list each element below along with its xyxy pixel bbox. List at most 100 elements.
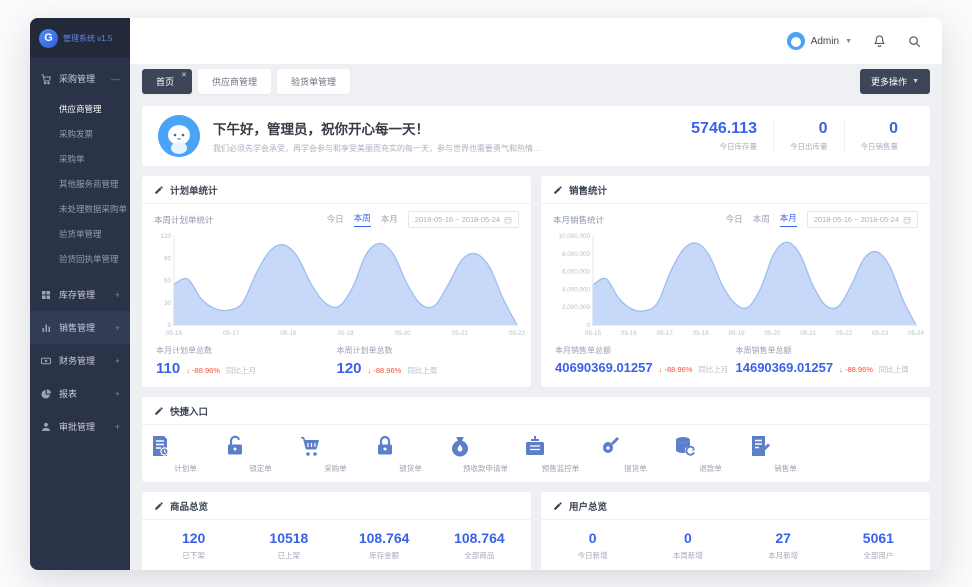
sidebar-subitem-pending-purchase[interactable]: 未处理数据采购单 bbox=[30, 197, 130, 222]
user-overview-panel: 用户总览 0今日新增 0本周新增 27本月新增 5061全部用户 bbox=[541, 492, 930, 570]
svg-text:05-16: 05-16 bbox=[166, 330, 183, 337]
sidebar-item-inventory[interactable]: 库存管理 + bbox=[30, 278, 130, 311]
panel-title: 用户总览 bbox=[569, 499, 607, 513]
user-stats: 0今日新增 0本周新增 27本月新增 5061全部用户 bbox=[541, 520, 930, 570]
quick-label: 采购单 bbox=[298, 463, 373, 474]
sidebar-subitem-other-service[interactable]: 其他服务商管理 bbox=[30, 172, 130, 197]
expand-icon[interactable]: + bbox=[115, 290, 120, 300]
sidebar-subitem-supplier[interactable]: 供应商管理 bbox=[30, 97, 130, 122]
search-icon[interactable] bbox=[907, 34, 922, 49]
stat-label: 本周计划单总数 bbox=[337, 345, 518, 356]
sidebar-subitem-purchase-invoice[interactable]: 采购发票 bbox=[30, 122, 130, 147]
stat-all-products: 108.764全部商品 bbox=[432, 530, 527, 561]
svg-text:0: 0 bbox=[167, 322, 171, 329]
filter-today[interactable]: 今日 bbox=[327, 213, 344, 227]
plan-doc-icon bbox=[148, 434, 223, 458]
tab-label: 首页 bbox=[156, 77, 174, 87]
username: Admin bbox=[811, 36, 839, 47]
filter-week[interactable]: 本周 bbox=[753, 213, 770, 227]
tab-inspection[interactable]: 验货单管理 bbox=[277, 69, 350, 94]
product-overview-panel: 商品总览 120已下架 10518已上架 108.764库存金额 108.764… bbox=[142, 492, 531, 570]
app-logo: G 管理系统 v1.5 bbox=[30, 18, 130, 58]
quick-pickup-order[interactable]: 提货单 bbox=[598, 434, 673, 474]
tab-home[interactable]: 首页 ✕ bbox=[142, 69, 192, 94]
briefcase-plus-icon bbox=[523, 434, 598, 458]
quick-label: 锁定单 bbox=[223, 463, 298, 474]
logo-icon: G bbox=[39, 29, 58, 48]
filter-week[interactable]: 本周 bbox=[354, 212, 371, 227]
stat-label: 今日库存量 bbox=[691, 141, 757, 152]
stat-label: 今日出库量 bbox=[790, 141, 828, 152]
quick-sales-order[interactable]: 销售单 bbox=[748, 434, 823, 474]
filter-today[interactable]: 今日 bbox=[726, 213, 743, 227]
stat-value: 120 bbox=[337, 360, 362, 377]
sidebar-item-finance[interactable]: 财务管理 + bbox=[30, 344, 130, 377]
tab-bar: 首页 ✕ 供应商管理 验货单管理 更多操作 ▼ bbox=[130, 64, 942, 98]
welcome-card: 下午好，管理员，祝你开心每一天！ 我们必须先学会承受，再学会参与和享受美丽而充实… bbox=[142, 106, 930, 166]
tab-actions-button[interactable]: 更多操作 ▼ bbox=[860, 69, 930, 94]
coins-refund-icon bbox=[673, 434, 748, 458]
user-menu[interactable]: Admin ▼ bbox=[787, 32, 852, 50]
sidebar-item-sales[interactable]: 销售管理 + bbox=[30, 311, 130, 344]
tab-actions-label: 更多操作 bbox=[871, 75, 907, 88]
sidebar-subitem-inspection[interactable]: 验货单管理 bbox=[30, 222, 130, 247]
stat-week-plan: 本周计划单总数 120 ↓ -88.96% 同比上周 bbox=[337, 345, 518, 377]
sidebar-item-reports[interactable]: 报表 + bbox=[30, 377, 130, 410]
expand-icon[interactable]: + bbox=[115, 323, 120, 333]
stat-compare: 同比上周 bbox=[407, 365, 437, 376]
bell-icon[interactable] bbox=[872, 34, 887, 49]
calendar-icon bbox=[504, 216, 512, 224]
sidebar-subitem-purchase-order[interactable]: 采购单 bbox=[30, 147, 130, 172]
expand-icon[interactable]: + bbox=[115, 389, 120, 399]
stat-delta: ↓ -88.96% bbox=[659, 365, 693, 374]
date-range-picker[interactable]: 2018-05-16 ~ 2018-05-24 bbox=[408, 211, 519, 228]
quick-purchase-order[interactable]: 采购单 bbox=[298, 434, 373, 474]
user-icon bbox=[40, 421, 52, 433]
sidebar-item-audit[interactable]: 审批管理 + bbox=[30, 410, 130, 443]
stat-new-week: 0本周新增 bbox=[640, 530, 735, 561]
chart-subtitle: 本月销售统计 bbox=[553, 214, 716, 226]
date-range-picker[interactable]: 2018-05-16 ~ 2018-05-24 bbox=[807, 211, 918, 228]
panel-header: 快捷入口 bbox=[142, 397, 930, 425]
welcome-subtitle: 我们必须先学会承受，再学会参与和享受美丽而充实的每一天，参与世界也需要勇气和热情… bbox=[213, 143, 543, 154]
quick-lock-goods-order[interactable]: 锁货单 bbox=[373, 434, 448, 474]
header-stats: 5746.113 今日库存量 0 今日出库量 0 今日销售量 bbox=[675, 120, 914, 152]
svg-text:8,000,000: 8,000,000 bbox=[562, 251, 591, 258]
quick-lock-order[interactable]: 锁定单 bbox=[223, 434, 298, 474]
ink-pen-icon bbox=[598, 434, 673, 458]
expand-icon[interactable]: + bbox=[115, 356, 120, 366]
product-stats: 120已下架 10518已上架 108.764库存金额 108.764全部商品 bbox=[142, 520, 531, 570]
stat-label: 本月计划单总数 bbox=[156, 345, 337, 356]
pen-icon bbox=[154, 501, 164, 511]
chart-subtitle: 本周计划单统计 bbox=[154, 214, 317, 226]
avatar bbox=[787, 32, 805, 50]
svg-text:60: 60 bbox=[164, 278, 172, 285]
filter-month[interactable]: 本月 bbox=[780, 212, 797, 227]
stat-delta: ↓ -88.96% bbox=[368, 366, 402, 375]
quick-prepayment-request[interactable]: 预收款申请单 bbox=[448, 434, 523, 474]
svg-text:05-23: 05-23 bbox=[872, 330, 889, 337]
tab-supplier[interactable]: 供应商管理 bbox=[198, 69, 271, 94]
filter-month[interactable]: 本月 bbox=[381, 213, 398, 227]
sidebar-subitem-inspection-receipt[interactable]: 验货回执单管理 bbox=[30, 247, 130, 272]
close-icon[interactable]: ✕ bbox=[181, 71, 187, 79]
svg-text:05-22: 05-22 bbox=[836, 330, 853, 337]
sidebar-item-purchase[interactable]: 采购管理 — bbox=[30, 62, 130, 95]
panel-title: 计划单统计 bbox=[170, 183, 218, 197]
svg-text:05-19: 05-19 bbox=[729, 330, 746, 337]
quick-refund-order[interactable]: 退款单 bbox=[673, 434, 748, 474]
svg-text:2,000,000: 2,000,000 bbox=[562, 304, 591, 311]
stat-month-sales: 本月销售单总额 40690369.01257↓ -88.96%同比上月 bbox=[555, 345, 736, 375]
quick-label: 提货单 bbox=[598, 463, 673, 474]
stat-label: 本周销售单总额 bbox=[736, 345, 917, 356]
cart-icon bbox=[40, 73, 52, 85]
quick-presale-monitor[interactable]: 预售监控单 bbox=[523, 434, 598, 474]
stat-all-users: 5061全部用户 bbox=[831, 530, 926, 561]
collapse-icon[interactable]: — bbox=[111, 74, 120, 84]
stat-label: 本月销售单总额 bbox=[555, 345, 736, 356]
quick-label: 计划单 bbox=[148, 463, 223, 474]
expand-icon[interactable]: + bbox=[115, 422, 120, 432]
stat-on-shelf: 10518已上架 bbox=[241, 530, 336, 561]
svg-text:05-17: 05-17 bbox=[657, 330, 674, 337]
quick-plan-order[interactable]: 计划单 bbox=[148, 434, 223, 474]
